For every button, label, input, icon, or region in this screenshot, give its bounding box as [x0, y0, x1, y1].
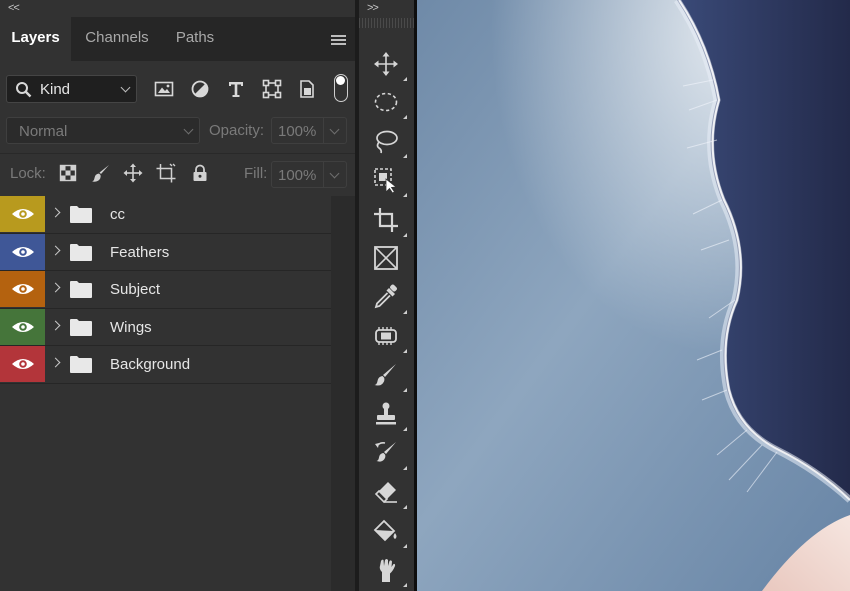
opacity-dropdown-button[interactable]	[324, 117, 347, 144]
collapse-panel-button[interactable]: <<	[8, 2, 20, 14]
folder-icon	[70, 206, 92, 223]
chevron-down-icon	[120, 82, 131, 93]
tools-panel: >>	[359, 0, 414, 591]
eye-icon	[12, 284, 34, 294]
layer-name: Wings	[110, 318, 152, 336]
eye-icon	[12, 359, 34, 369]
folder-icon	[70, 356, 92, 373]
blend-mode-select[interactable]: Normal	[6, 117, 200, 144]
chevron-down-icon	[329, 124, 340, 135]
tab-paths[interactable]: Paths	[163, 17, 227, 61]
visibility-toggle[interactable]	[0, 196, 45, 232]
paint-bucket-tool-icon[interactable]	[371, 516, 407, 548]
eye-icon	[12, 246, 34, 257]
lock-all-icon[interactable]	[190, 163, 210, 183]
visibility-toggle[interactable]	[0, 233, 45, 270]
crop-tool-icon[interactable]	[371, 205, 407, 237]
layer-row[interactable]: Feathers	[0, 233, 331, 271]
panel-tab-bar: Layers Channels Paths	[0, 17, 357, 61]
filter-kind-label: Kind	[40, 81, 71, 98]
expand-group-chevron-icon[interactable]	[50, 282, 61, 293]
brush-tool-icon[interactable]	[371, 360, 407, 392]
expand-group-chevron-icon[interactable]	[50, 207, 61, 218]
folder-icon	[70, 281, 92, 298]
folder-icon	[70, 318, 92, 336]
filter-kind-select[interactable]: Kind	[6, 75, 137, 103]
blend-mode-value: Normal	[19, 123, 68, 140]
history-brush-tool-icon[interactable]	[371, 438, 407, 470]
visibility-toggle[interactable]	[0, 308, 45, 345]
layer-row[interactable]: Background	[0, 346, 331, 384]
visibility-toggle[interactable]	[0, 271, 45, 307]
fill-field[interactable]: 100%	[271, 161, 324, 188]
expand-group-chevron-icon[interactable]	[50, 245, 61, 255]
lock-transparent-pixels-icon[interactable]	[58, 163, 78, 183]
object-selection-tool-icon[interactable]	[371, 165, 407, 197]
layer-row[interactable]: Subject	[0, 271, 331, 309]
layers-scrollbar[interactable]	[331, 196, 357, 591]
canvas-photo[interactable]	[417, 0, 850, 591]
layers-list: cc Feathers Subject Wings Background	[0, 196, 331, 384]
chevron-down-icon	[183, 124, 194, 135]
marquee-tool-icon[interactable]	[371, 87, 407, 119]
eyedropper-tool-icon[interactable]	[371, 282, 407, 314]
tab-layers[interactable]: Layers	[0, 17, 71, 61]
smudge-tool-icon[interactable]	[371, 555, 407, 587]
chevron-down-icon	[329, 168, 340, 179]
opacity-field[interactable]: 100%	[271, 117, 324, 144]
layer-name: Subject	[110, 281, 161, 298]
lock-row: Lock: Fill: 100%	[0, 153, 357, 191]
clone-stamp-tool-icon[interactable]	[371, 399, 407, 431]
move-tool-icon[interactable]	[371, 49, 407, 81]
eye-icon	[12, 209, 34, 219]
opacity-label: Opacity:	[209, 122, 265, 139]
document-canvas[interactable]	[414, 0, 850, 591]
frame-tool-icon[interactable]	[371, 243, 401, 273]
layer-name: cc	[110, 206, 125, 223]
healing-brush-tool-icon[interactable]	[371, 321, 407, 353]
lock-image-pixels-icon[interactable]	[91, 163, 111, 183]
layer-name: Background	[110, 356, 191, 373]
layer-row[interactable]: cc	[0, 196, 331, 234]
eye-icon	[12, 321, 34, 332]
layers-panel: << Layers Channels Paths Kind Normal Opa…	[0, 0, 357, 591]
toolbar-grip[interactable]	[359, 18, 414, 28]
lasso-tool-icon[interactable]	[371, 126, 407, 158]
layer-row[interactable]: Wings	[0, 308, 331, 346]
adjustment-filter-icon[interactable]	[190, 79, 210, 99]
lock-position-icon[interactable]	[123, 163, 143, 183]
eraser-tool-icon[interactable]	[371, 477, 407, 509]
layer-name: Feathers	[110, 243, 170, 261]
search-icon	[16, 82, 32, 98]
fill-dropdown-button[interactable]	[324, 161, 347, 188]
filter-toggle-switch[interactable]	[334, 74, 348, 102]
type-filter-icon[interactable]	[226, 79, 246, 99]
expand-group-chevron-icon[interactable]	[50, 357, 61, 368]
fill-label: Fill:	[244, 165, 268, 182]
visibility-toggle[interactable]	[0, 346, 45, 382]
smart-object-filter-icon[interactable]	[297, 79, 317, 99]
tab-channels[interactable]: Channels	[73, 17, 161, 61]
folder-icon	[70, 243, 92, 261]
panel-menu-icon[interactable]	[331, 35, 346, 46]
lock-label: Lock:	[10, 165, 46, 182]
expand-group-chevron-icon[interactable]	[50, 320, 61, 330]
shape-filter-icon[interactable]	[262, 79, 282, 99]
expand-toolbar-button[interactable]: >>	[367, 2, 379, 14]
image-filter-icon[interactable]	[154, 79, 174, 99]
lock-artboard-icon[interactable]	[156, 163, 176, 183]
